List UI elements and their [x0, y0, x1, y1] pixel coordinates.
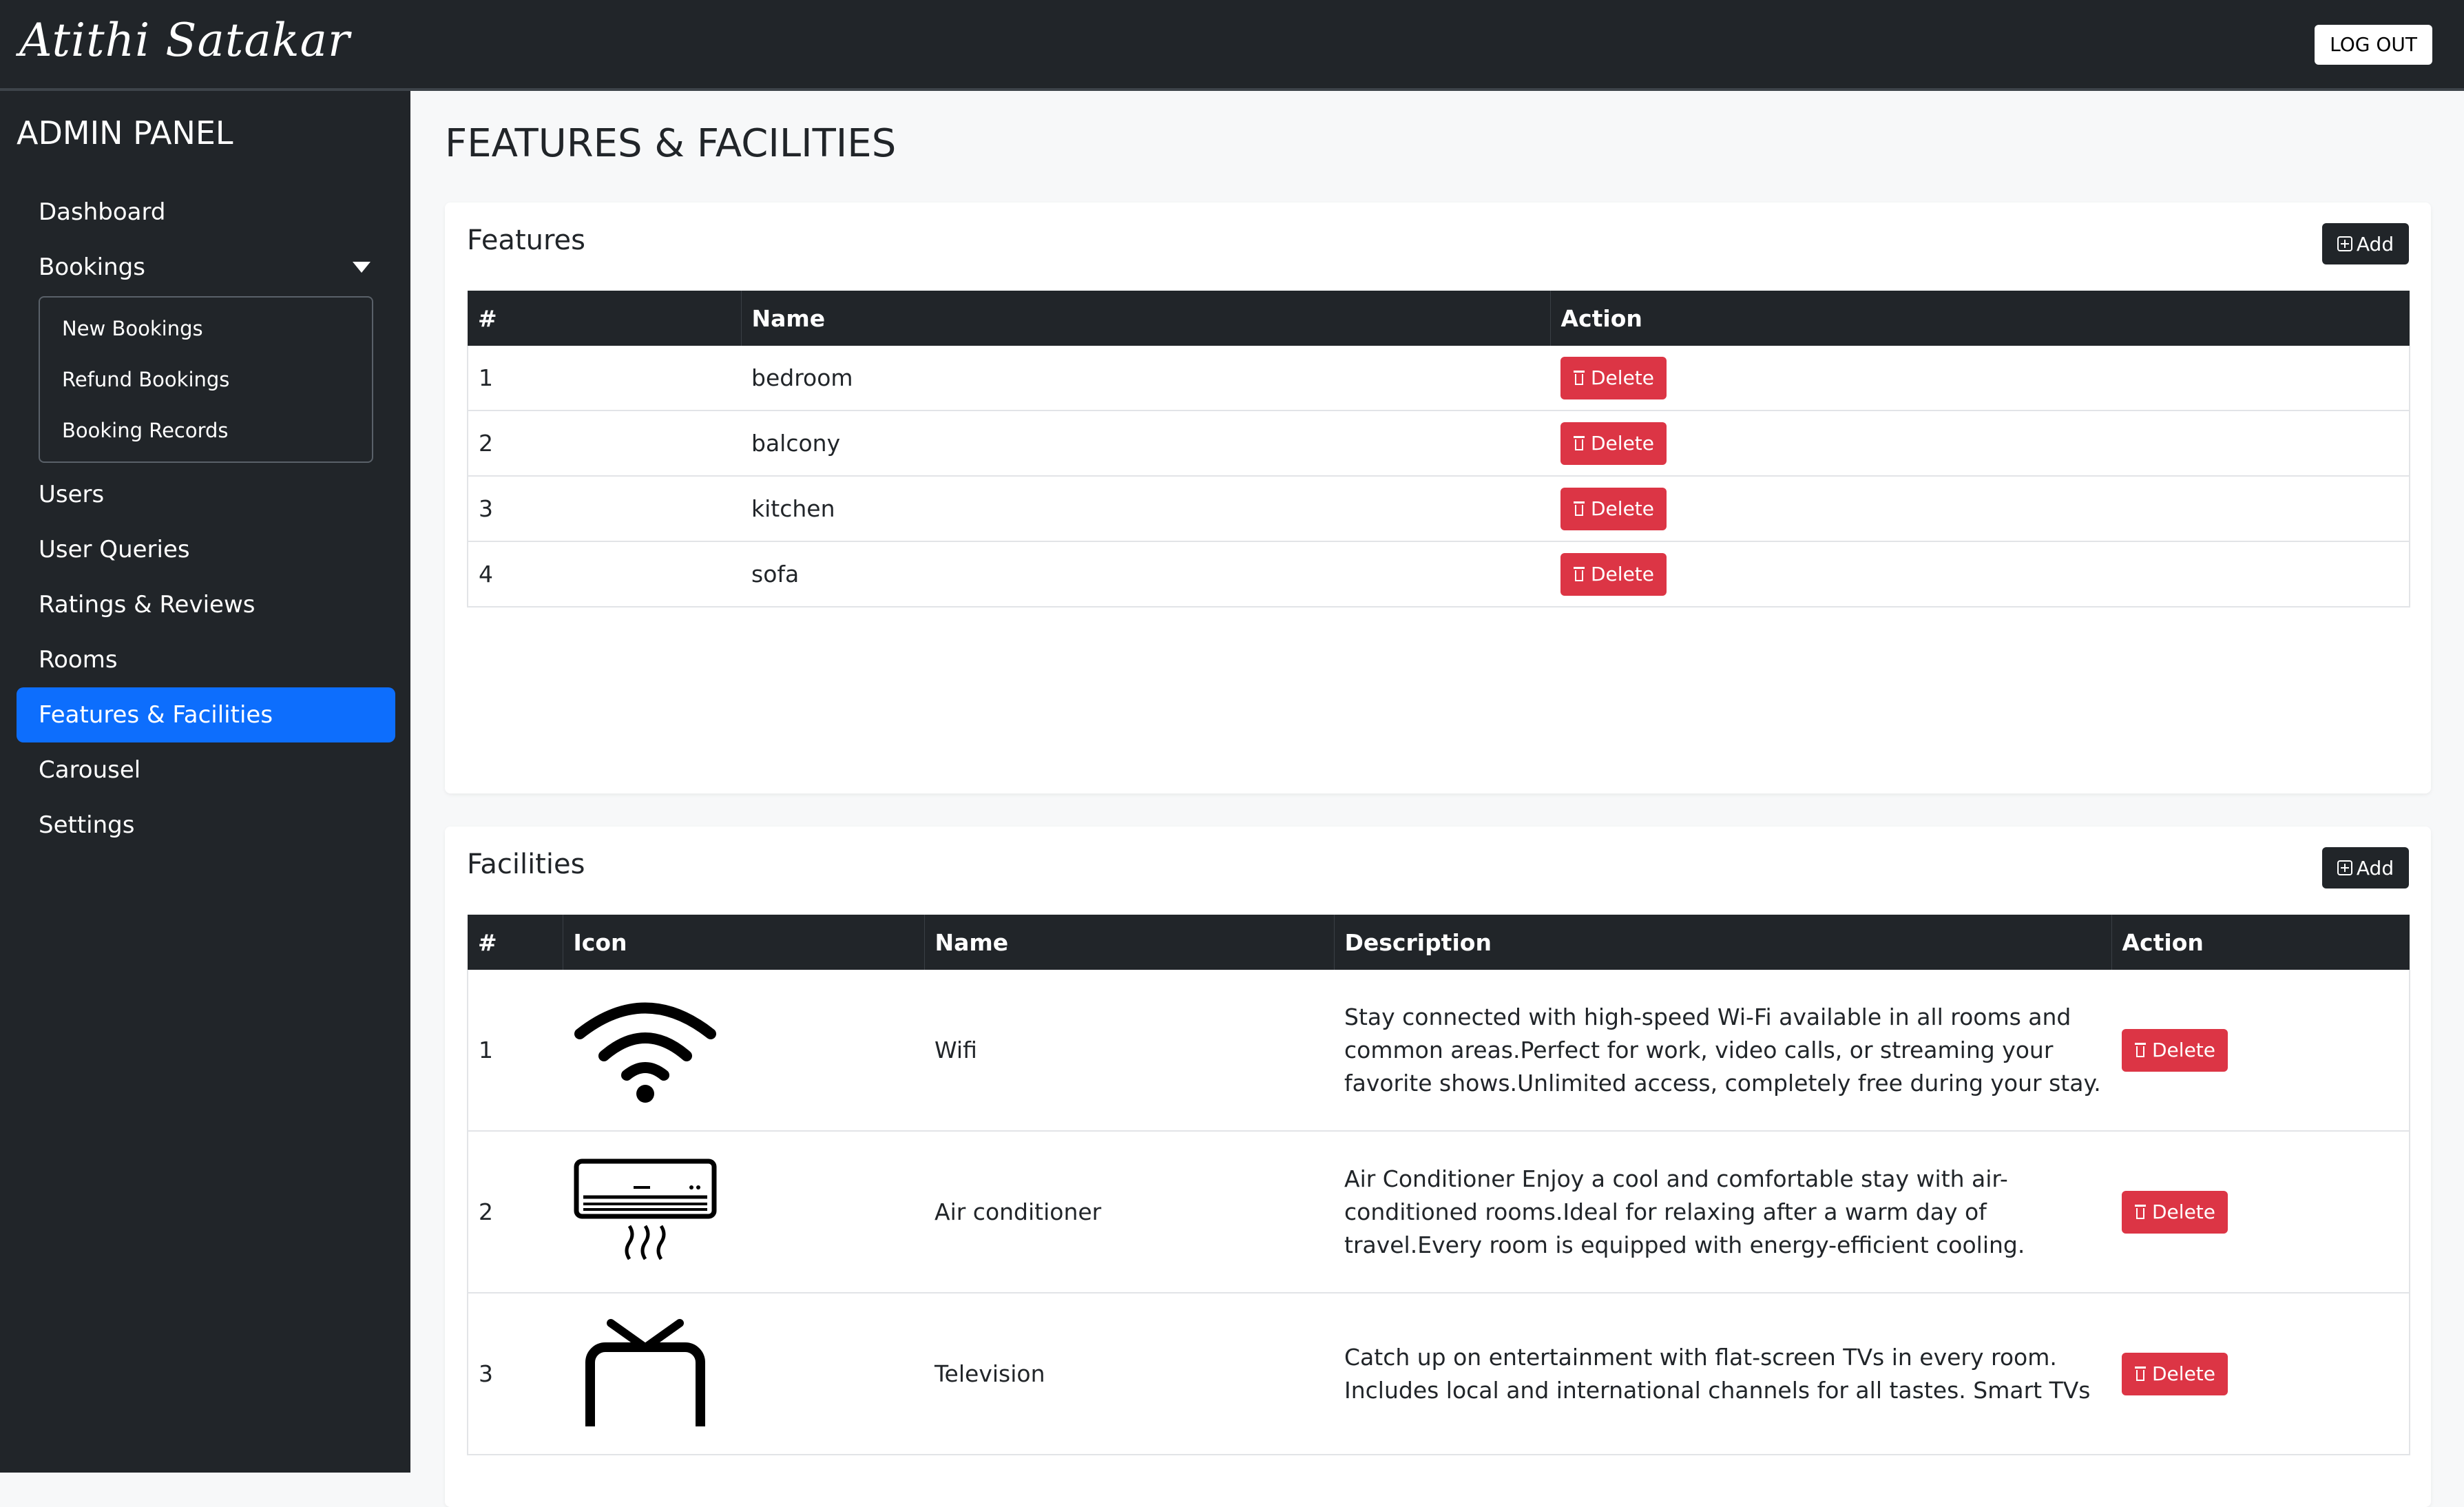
- page-title: FEATURES & FACILITIES: [445, 121, 896, 166]
- delete-label: Delete: [1591, 563, 1654, 585]
- table-row: 3 kitchen Delete: [468, 476, 2410, 541]
- facility-description: Stay connected with high-speed Wi-Fi ava…: [1334, 970, 2111, 1131]
- sidebar-item-dashboard[interactable]: Dashboard: [17, 185, 395, 240]
- trash-icon: [1573, 371, 1585, 386]
- delete-button[interactable]: Delete: [1560, 488, 1667, 530]
- sidebar-nav: Dashboard Bookings New Bookings Refund B…: [17, 185, 395, 853]
- feature-name: bedroom: [741, 346, 1550, 410]
- row-number: 4: [468, 541, 741, 607]
- features-card: Features Add # Name Action 1 bedroom Del…: [445, 202, 2431, 793]
- trash-icon: [2134, 1043, 2147, 1058]
- table-row: 4 sofa Delete: [468, 541, 2410, 607]
- submenu-item-new-bookings[interactable]: New Bookings: [40, 303, 372, 354]
- add-feature-button[interactable]: Add: [2322, 223, 2409, 264]
- sidebar-item-features-facilities[interactable]: Features & Facilities: [17, 687, 395, 742]
- features-title: Features: [467, 225, 585, 256]
- facility-description: Air Conditioner Enjoy a cool and comfort…: [1334, 1131, 2111, 1293]
- delete-label: Delete: [1591, 432, 1654, 455]
- table-row: 2 balcony Delete: [468, 410, 2410, 476]
- delete-label: Delete: [2152, 1362, 2215, 1385]
- sidebar-item-bookings[interactable]: Bookings: [17, 240, 395, 295]
- add-label: Add: [2357, 857, 2394, 880]
- sidebar-item-carousel[interactable]: Carousel: [17, 742, 395, 798]
- add-facility-button[interactable]: Add: [2322, 847, 2409, 888]
- bookings-submenu: New Bookings Refund Bookings Booking Rec…: [39, 296, 373, 463]
- facilities-title: Facilities: [467, 849, 585, 880]
- delete-button[interactable]: Delete: [1560, 422, 1667, 465]
- table-row: 1 bedroom Delete: [468, 346, 2410, 410]
- sidebar-item-label: Bookings: [39, 253, 145, 281]
- table-row: 2: [468, 1131, 2410, 1293]
- delete-button[interactable]: Delete: [2122, 1191, 2228, 1234]
- main-content: FEATURES & FACILITIES Features Add # Nam…: [410, 91, 2464, 1482]
- delete-button[interactable]: Delete: [2122, 1353, 2228, 1395]
- trash-icon: [1573, 436, 1585, 451]
- column-header-name: Name: [924, 915, 1334, 970]
- row-number: 2: [468, 1131, 563, 1293]
- brand-logo: Atithi Satakar: [19, 14, 351, 67]
- caret-down-icon[interactable]: [353, 262, 370, 273]
- facility-icon-cell: [563, 1131, 924, 1293]
- delete-label: Delete: [1591, 497, 1654, 520]
- feature-name: sofa: [741, 541, 1550, 607]
- sidebar-item-users[interactable]: Users: [17, 467, 395, 522]
- facilities-table: # Icon Name Description Action 1: [467, 915, 2410, 1455]
- feature-name: kitchen: [741, 476, 1550, 541]
- facility-icon-cell: [563, 1293, 924, 1455]
- facility-icon-cell: [563, 970, 924, 1131]
- column-header-number: #: [468, 291, 741, 346]
- column-header-number: #: [468, 915, 563, 970]
- facility-description: Catch up on entertainment with flat-scre…: [1334, 1293, 2111, 1455]
- submenu-item-booking-records[interactable]: Booking Records: [40, 405, 372, 456]
- facility-name: Television: [924, 1293, 1334, 1455]
- trash-icon: [2134, 1366, 2147, 1382]
- table-row: 3 Television Catch up on entertainment w…: [468, 1293, 2410, 1455]
- delete-label: Delete: [2152, 1039, 2215, 1061]
- trash-icon: [1573, 567, 1585, 582]
- sidebar-item-ratings-reviews[interactable]: Ratings & Reviews: [17, 577, 395, 632]
- column-header-icon: Icon: [563, 915, 924, 970]
- trash-icon: [2134, 1205, 2147, 1220]
- logout-button[interactable]: LOG OUT: [2315, 25, 2432, 65]
- facilities-card: Facilities Add # Icon Name Description A…: [445, 827, 2431, 1507]
- row-number: 3: [468, 476, 741, 541]
- television-icon: [573, 1316, 718, 1426]
- sidebar-item-user-queries[interactable]: User Queries: [17, 522, 395, 577]
- row-number: 1: [468, 346, 741, 410]
- row-number: 3: [468, 1293, 563, 1455]
- top-navbar: Atithi Satakar LOG OUT: [0, 0, 2464, 91]
- column-header-name: Name: [741, 291, 1550, 346]
- column-header-action: Action: [1550, 291, 2410, 346]
- trash-icon: [1573, 501, 1585, 517]
- table-row: 1 Wifi Stay connected with high-speed Wi…: [468, 970, 2410, 1131]
- sidebar-title: ADMIN PANEL: [17, 114, 233, 152]
- features-table: # Name Action 1 bedroom Delete 2 balcony…: [467, 291, 2410, 607]
- sidebar-item-rooms[interactable]: Rooms: [17, 632, 395, 687]
- add-label: Add: [2357, 233, 2394, 256]
- submenu-item-refund-bookings[interactable]: Refund Bookings: [40, 354, 372, 405]
- facility-name: Air conditioner: [924, 1131, 1334, 1293]
- delete-button[interactable]: Delete: [1560, 553, 1667, 596]
- sidebar: ADMIN PANEL Dashboard Bookings New Booki…: [0, 91, 410, 1473]
- delete-button[interactable]: Delete: [2122, 1029, 2228, 1072]
- feature-name: balcony: [741, 410, 1550, 476]
- column-header-description: Description: [1334, 915, 2111, 970]
- sidebar-item-settings[interactable]: Settings: [17, 798, 395, 853]
- row-number: 1: [468, 970, 563, 1131]
- delete-label: Delete: [2152, 1201, 2215, 1223]
- wifi-icon: [573, 992, 718, 1103]
- facility-name: Wifi: [924, 970, 1334, 1131]
- plus-square-icon: [2337, 860, 2352, 875]
- facilities-scroll-area[interactable]: # Icon Name Description Action 1: [445, 915, 2431, 1486]
- delete-button[interactable]: Delete: [1560, 357, 1667, 399]
- row-number: 2: [468, 410, 741, 476]
- air-conditioner-icon: [573, 1154, 718, 1265]
- column-header-action: Action: [2111, 915, 2410, 970]
- plus-square-icon: [2337, 236, 2352, 251]
- delete-label: Delete: [1591, 366, 1654, 389]
